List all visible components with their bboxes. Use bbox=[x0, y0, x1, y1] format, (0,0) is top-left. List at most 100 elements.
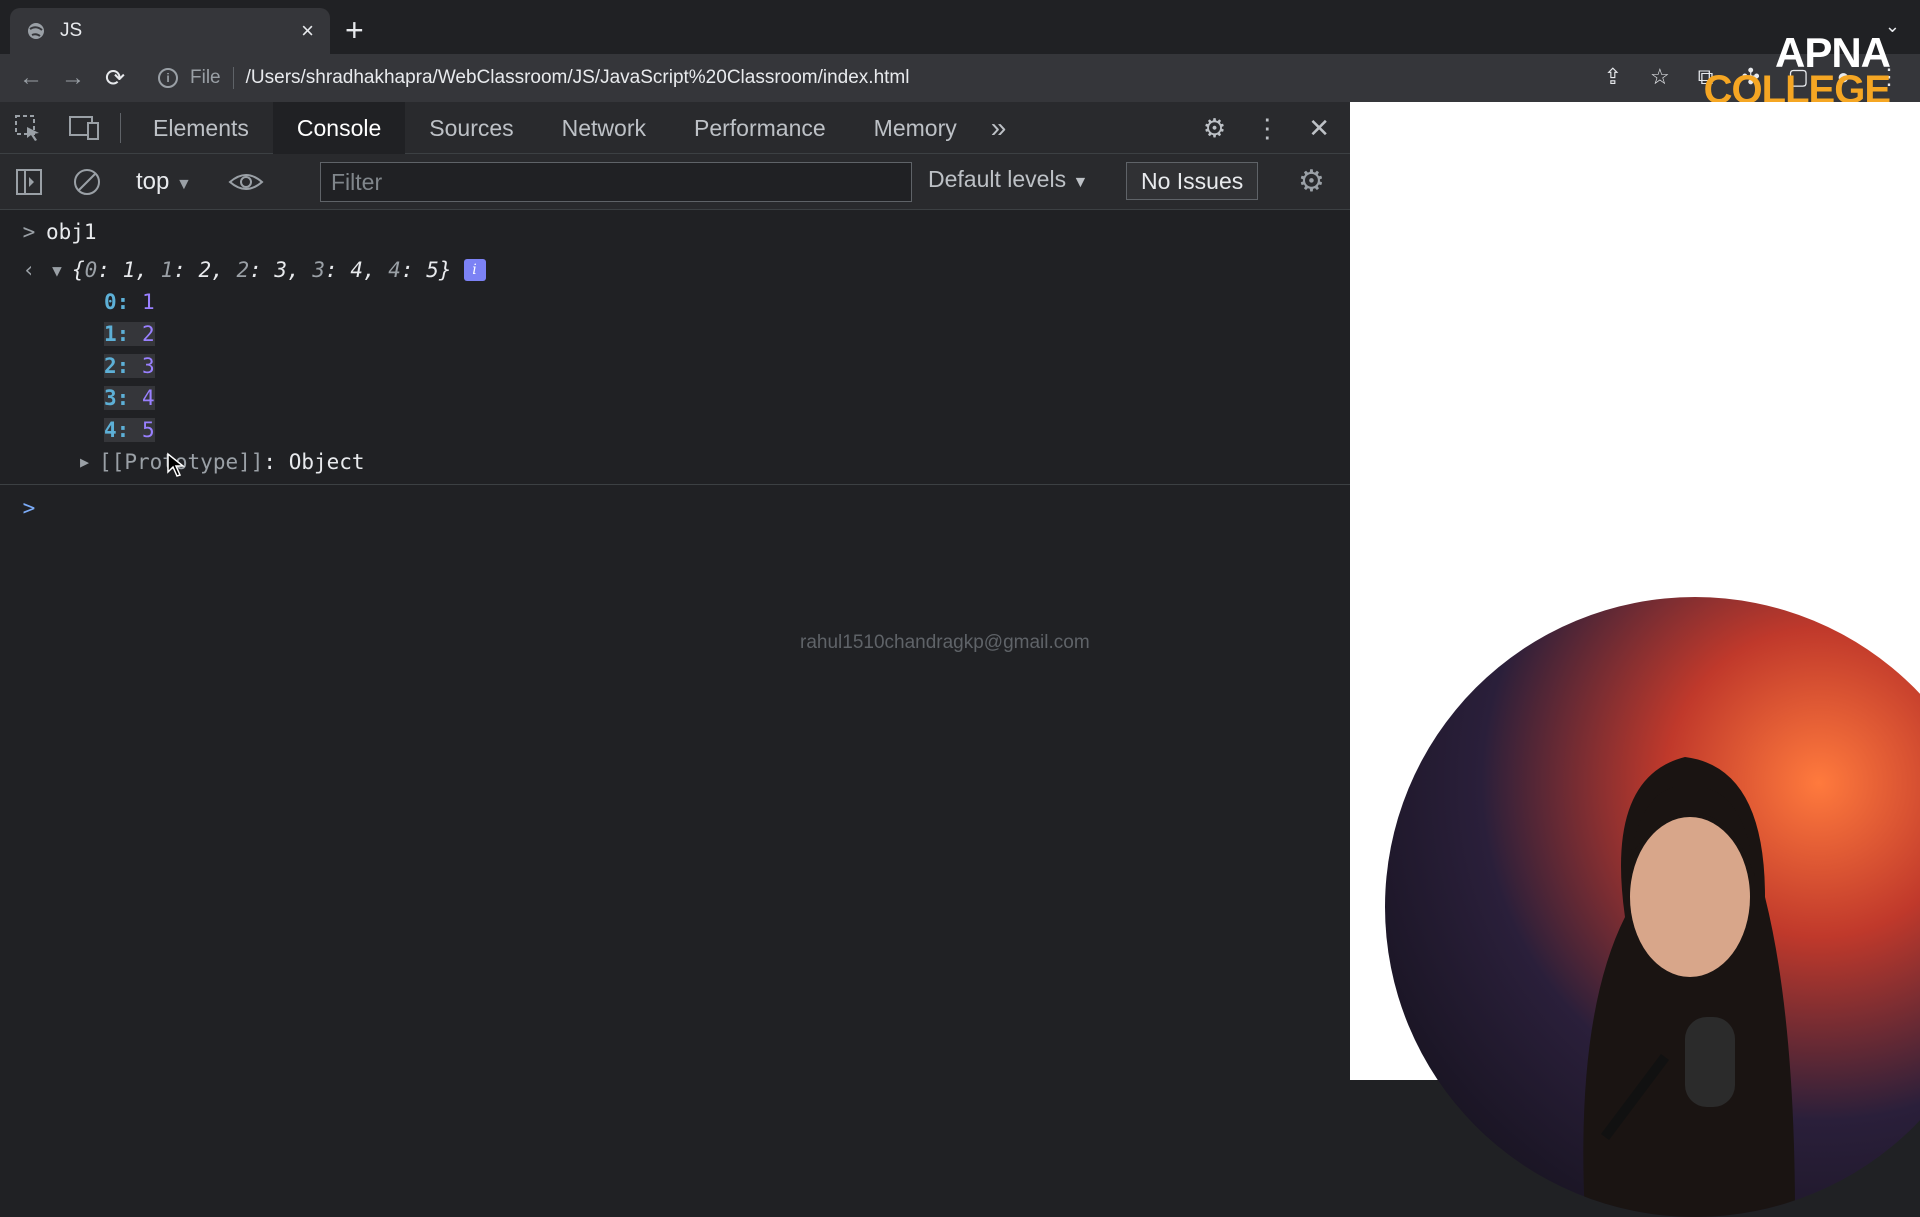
tab-console[interactable]: Console bbox=[272, 101, 406, 154]
levels-caret-icon: ▼ bbox=[1072, 174, 1089, 191]
close-devtools-icon[interactable]: ✕ bbox=[1308, 113, 1330, 144]
browser-tab-bar: JS × + ⌄ bbox=[0, 0, 1920, 54]
tab-performance[interactable]: Performance bbox=[670, 102, 850, 154]
colon-0: : bbox=[97, 258, 123, 282]
summary-value-2: 3 bbox=[274, 258, 288, 282]
inspect-element-icon[interactable] bbox=[0, 102, 56, 154]
prototype-entry[interactable]: ▶ [[Prototype]]: Object bbox=[80, 446, 365, 478]
filter-input[interactable]: Filter bbox=[320, 162, 912, 202]
entry-value: 2 bbox=[141, 322, 155, 346]
summary-key-3: 3 bbox=[312, 258, 326, 282]
entry-colon: : bbox=[116, 418, 142, 442]
summary-key-2: 2 bbox=[236, 258, 250, 282]
colon-4: : bbox=[400, 258, 427, 282]
forward-arrow-icon[interactable]: → bbox=[52, 64, 94, 92]
comma-2: , bbox=[287, 258, 313, 282]
entry-colon: : bbox=[116, 354, 142, 378]
entry-key: 2 bbox=[104, 354, 117, 378]
url-text[interactable]: /Users/shradhakhapra/WebClassroom/JS/Jav… bbox=[246, 67, 910, 89]
more-tabs-icon[interactable]: » bbox=[981, 102, 1017, 154]
presenter-video bbox=[1583, 757, 1795, 1217]
caret-down-icon: ▼ bbox=[176, 175, 192, 193]
devtools-actions: ⚙ ⋮ ✕ bbox=[1203, 102, 1330, 154]
device-toolbar-icon[interactable] bbox=[56, 102, 112, 154]
info-badge-icon[interactable]: i bbox=[463, 259, 486, 281]
log-levels-label: Default levels bbox=[928, 166, 1067, 192]
issues-button[interactable]: No Issues bbox=[1126, 162, 1259, 200]
tab-network[interactable]: Network bbox=[538, 102, 670, 154]
devtools-kebab-icon[interactable]: ⋮ bbox=[1254, 113, 1280, 144]
object-entry: 4: 5 bbox=[104, 414, 155, 446]
console-result-summary[interactable]: ‹ ▼ {0: 1, 1: 2, 2: 3, 3: 4, 4: 5} i bbox=[18, 254, 486, 286]
tab-sources[interactable]: Sources bbox=[405, 102, 537, 154]
entry-value: 1 bbox=[141, 290, 155, 314]
settings-gear-icon[interactable]: ⚙ bbox=[1203, 113, 1226, 144]
entry-value: 4 bbox=[141, 386, 155, 410]
console-settings-icon[interactable]: ⚙ bbox=[1298, 164, 1325, 199]
clear-console-icon[interactable] bbox=[72, 167, 102, 197]
object-entry: 3: 4 bbox=[104, 382, 155, 414]
context-selector[interactable]: top ▼ bbox=[136, 168, 192, 196]
eye-icon[interactable] bbox=[228, 167, 264, 197]
mouse-cursor-icon bbox=[167, 452, 186, 477]
prototype-value: Object bbox=[288, 450, 365, 474]
browser-toolbar: ← → ⟳ i File /Users/shradhakhapra/WebCla… bbox=[0, 54, 1920, 102]
info-icon[interactable]: i bbox=[158, 68, 178, 88]
url-scheme: File bbox=[190, 67, 221, 88]
entry-key: 1 bbox=[104, 322, 117, 346]
tab-memory[interactable]: Memory bbox=[850, 102, 981, 154]
tab-close-icon[interactable]: × bbox=[301, 18, 314, 44]
back-arrow-icon[interactable]: ← bbox=[10, 64, 52, 92]
summary-key-4: 4 bbox=[388, 258, 401, 282]
colon-1: : bbox=[173, 258, 199, 282]
colon-2: : bbox=[249, 258, 275, 282]
summary-value-1: 2 bbox=[198, 258, 212, 282]
tab-elements[interactable]: Elements bbox=[129, 102, 273, 154]
prompt-chevron-icon: > bbox=[22, 496, 36, 520]
object-entry: 0: 1 bbox=[104, 286, 155, 318]
bookmark-star-icon[interactable]: ☆ bbox=[1650, 64, 1670, 90]
brace-close: } bbox=[438, 258, 452, 282]
object-entry: 1: 2 bbox=[104, 318, 155, 350]
brace-open: { bbox=[72, 258, 85, 282]
comma-1: , bbox=[211, 258, 237, 282]
entry-key: 3 bbox=[104, 386, 117, 410]
console-divider bbox=[0, 484, 1350, 485]
entry-colon: : bbox=[116, 290, 142, 314]
prototype-colon: : bbox=[263, 450, 289, 474]
console-input-line: > obj1 bbox=[18, 216, 97, 248]
collapse-triangle-icon[interactable]: ▶ bbox=[80, 453, 89, 471]
entry-value: 3 bbox=[141, 354, 155, 378]
console-prompt[interactable]: > bbox=[18, 492, 46, 524]
log-levels-dropdown[interactable]: Default levels ▼ bbox=[928, 166, 1088, 193]
brand-logo: APNA COLLEGE bbox=[1704, 29, 1891, 110]
expand-triangle-icon[interactable]: ▼ bbox=[46, 261, 68, 280]
input-chevron-icon: > bbox=[22, 220, 36, 244]
console-input-text[interactable]: obj1 bbox=[46, 220, 97, 244]
object-entry: 2: 3 bbox=[104, 350, 155, 382]
devtools-tab-bar: Elements Console Sources Network Perform… bbox=[0, 101, 1350, 154]
summary-value-0: 1 bbox=[122, 258, 136, 282]
new-tab-button[interactable]: + bbox=[345, 10, 364, 50]
browser-tab[interactable]: JS × bbox=[10, 8, 330, 54]
summary-key-1: 1 bbox=[160, 258, 174, 282]
reload-icon[interactable]: ⟳ bbox=[94, 64, 136, 93]
watermark-email: rahul1510chandragkp@gmail.com bbox=[800, 632, 1090, 653]
share-icon[interactable]: ⇪ bbox=[1604, 64, 1622, 90]
colon-3: : bbox=[325, 258, 351, 282]
sidebar-toggle-icon[interactable] bbox=[14, 167, 44, 197]
devtools-panel: Elements Console Sources Network Perform… bbox=[0, 101, 1350, 1080]
entry-colon: : bbox=[116, 322, 142, 346]
entry-key: 0 bbox=[104, 290, 117, 314]
brand-logo-line1: APNA bbox=[1774, 29, 1891, 76]
url-divider bbox=[232, 67, 234, 89]
comma-0: , bbox=[135, 258, 161, 282]
entry-key: 4 bbox=[104, 418, 117, 442]
entry-value: 5 bbox=[141, 418, 155, 442]
summary-value-3: 4 bbox=[350, 258, 363, 282]
entry-colon: : bbox=[116, 386, 142, 410]
comma-3: , bbox=[362, 258, 389, 282]
result-arrow-icon: ‹ bbox=[22, 258, 36, 282]
context-selector-label: top bbox=[136, 167, 170, 195]
summary-key-0: 0 bbox=[84, 258, 98, 282]
